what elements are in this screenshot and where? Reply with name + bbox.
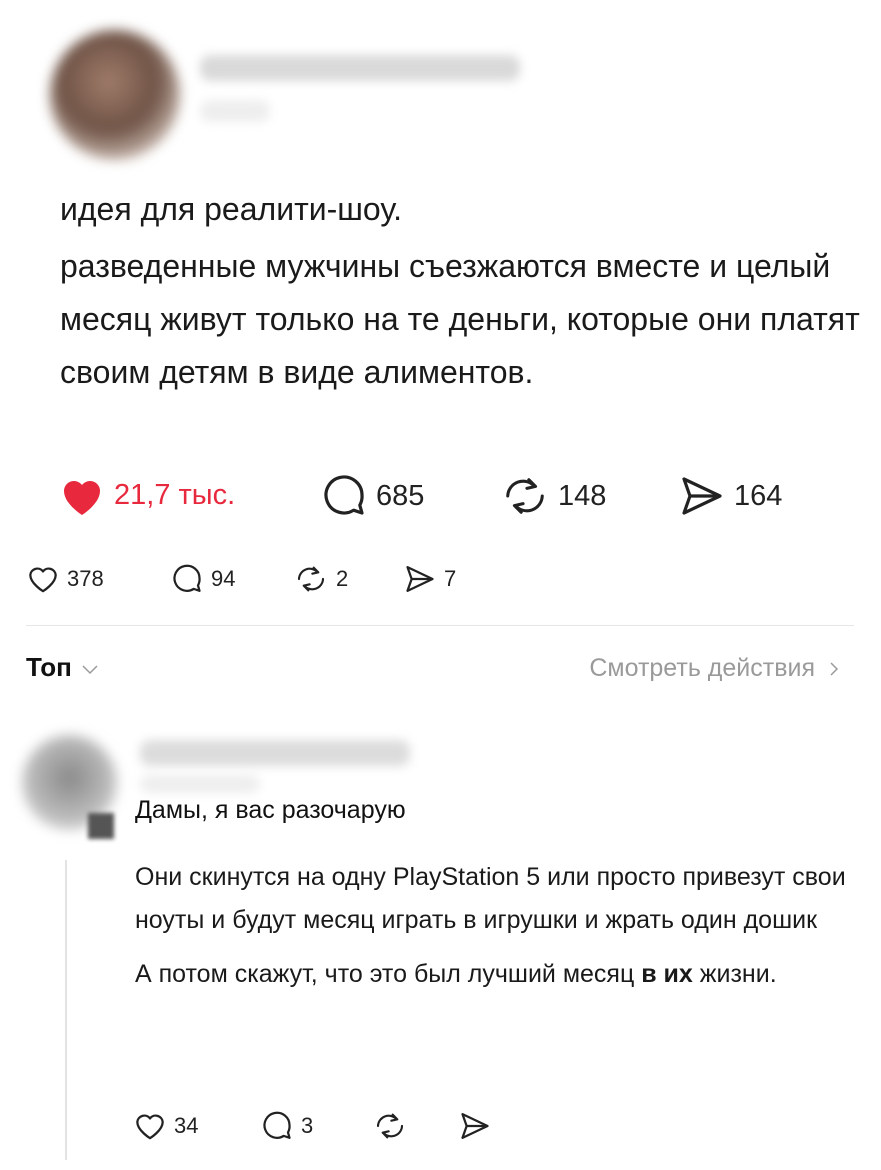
section-divider [26,625,854,626]
secondary-share-count: 7 [444,566,457,591]
comment-author-meta-blurred [140,775,260,793]
post-repost-button[interactable]: 148 [500,473,606,519]
post-like-button[interactable]: 21,7 тыс. [58,473,235,517]
post-comment-count: 685 [376,479,425,512]
comment-author-badge [88,813,114,839]
comment-reply-button[interactable]: 3 [260,1110,313,1142]
comment-share-button[interactable] [458,1110,492,1142]
sort-label: Топ [26,652,72,682]
comment-body: Они скинутся на одну PlayStation 5 или п… [135,856,855,996]
repost-icon [297,566,325,592]
post-author-avatar[interactable] [50,30,180,160]
secondary-comment-button[interactable]: 94 [170,563,235,595]
secondary-share-button[interactable]: 7 [403,563,456,595]
chevron-down-icon [82,664,98,674]
repost-icon [376,1113,404,1139]
post-meta-blurred [200,100,270,122]
see-actions-label: Смотреть действия [589,654,815,682]
comment-like-button[interactable]: 34 [133,1110,198,1141]
post-text: идея для реалити-шоу. разведенные мужчин… [60,183,860,399]
comment-title: Дамы, я вас разочарую [135,796,406,824]
comment-reply-count: 3 [301,1113,314,1138]
post-share-count: 164 [734,479,783,512]
comment-repost-button[interactable] [372,1110,408,1142]
post-comment-button[interactable]: 685 [320,473,424,519]
comment-paragraph-2-start: А потом скажут, что это был лучший месяц [135,960,635,988]
heart-filled-icon [64,481,100,515]
heart-outline-icon [136,1114,164,1140]
comment-bubble-icon [324,475,364,515]
comment-author-name-blurred[interactable] [140,740,410,766]
comment-like-count: 34 [174,1112,199,1138]
comment-paragraph-2: А потом скажут, что это был лучший месяц… [135,953,855,996]
post-repost-count: 148 [558,479,607,512]
send-icon [682,477,722,515]
chevron-right-icon [830,661,839,676]
secondary-repost-button[interactable]: 2 [293,563,348,595]
post-like-count: 21,7 тыс. [114,478,236,511]
heart-outline-icon [29,567,57,593]
comment-paragraph-2-bold: в их [641,960,693,988]
comment-paragraph-1: Они скинутся на одну PlayStation 5 или п… [135,863,846,934]
secondary-comment-count: 94 [211,566,236,591]
post-text-line-1: идея для реалити-шоу. [60,191,403,227]
send-icon [461,1113,489,1139]
comment-bubble-icon [173,564,201,592]
post-text-line-2: разведенные мужчины съезжаются вместе и … [60,248,860,390]
sort-dropdown[interactable]: Топ [26,652,100,683]
reply-thread-line [65,860,67,1160]
send-icon [406,566,434,592]
comment-bubble-icon [263,1111,291,1139]
comment-paragraph-2-end: жизни. [699,960,777,988]
secondary-like-button[interactable]: 378 [26,563,104,594]
repost-icon [506,478,544,514]
see-actions-link[interactable]: Смотреть действия [589,654,841,683]
secondary-repost-count: 2 [336,566,349,591]
secondary-like-count: 378 [67,565,104,591]
post-author-name-blurred[interactable] [200,55,520,81]
post-share-button[interactable]: 164 [678,473,782,519]
